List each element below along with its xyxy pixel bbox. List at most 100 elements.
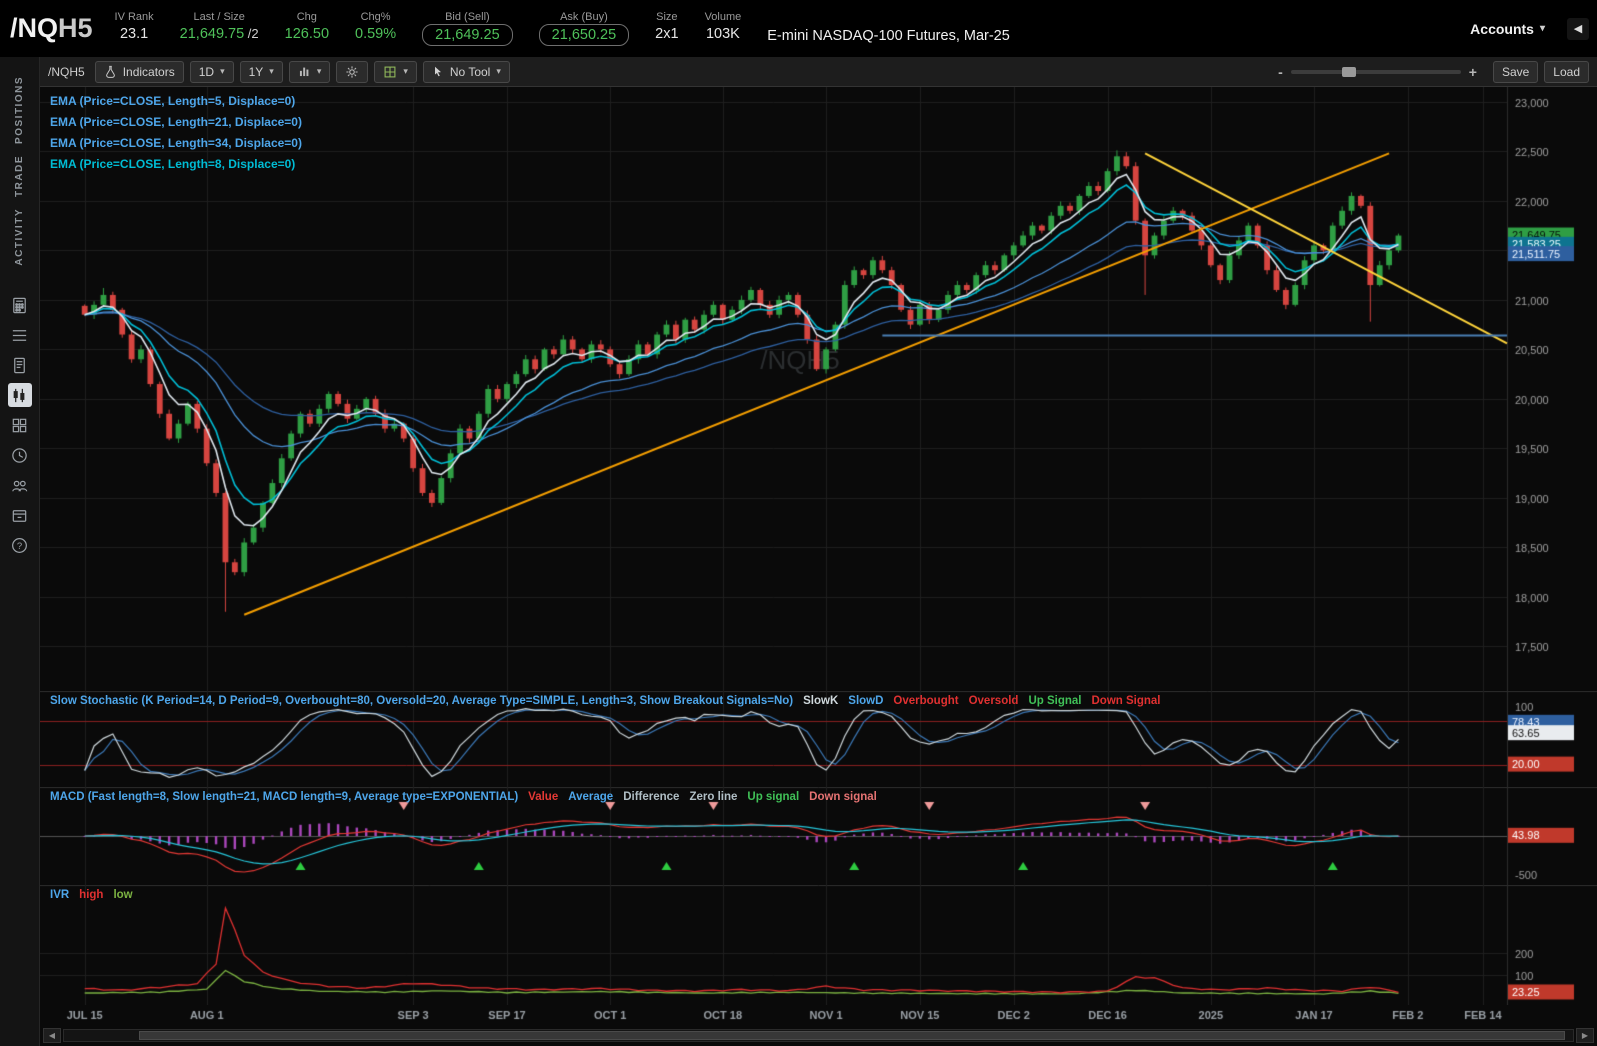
community-icon[interactable] bbox=[8, 473, 32, 497]
collapse-panel-button[interactable]: ◀ bbox=[1567, 17, 1589, 40]
triangle-left-icon: ◀ bbox=[48, 1031, 56, 1040]
ema-legend-8[interactable]: EMA (Price=CLOSE, Length=8, Displace=0) bbox=[50, 154, 302, 175]
range-dropdown[interactable]: 1Y ▾ bbox=[239, 60, 283, 83]
stoch-legend-item[interactable]: SlowK bbox=[803, 695, 838, 707]
help-icon[interactable]: ? bbox=[8, 533, 32, 557]
grid-layout-dropdown[interactable]: ▾ bbox=[374, 60, 417, 83]
ivr-legend-item[interactable]: high bbox=[79, 889, 103, 901]
macd-legend-item[interactable]: Value bbox=[528, 791, 558, 803]
ivr-canvas[interactable] bbox=[40, 885, 1597, 1005]
cursor-icon bbox=[434, 66, 441, 77]
sidebar-icons: ? bbox=[7, 290, 32, 560]
quote-field-last-size: Last / Size 21,649.75 /2 bbox=[180, 11, 259, 42]
symbol-root: /NQ bbox=[10, 13, 59, 43]
price-chart-canvas[interactable] bbox=[40, 87, 1597, 691]
price-panel: EMA (Price=CLOSE, Length=5, Displace=0) E… bbox=[40, 87, 1597, 691]
macd-legend-title[interactable]: MACD (Fast length=8, Slow length=21, MAC… bbox=[50, 791, 518, 803]
quote-field-chg: Chg 126.50 bbox=[285, 11, 329, 42]
indicators-label: Indicators bbox=[122, 64, 175, 79]
zoom-slider[interactable] bbox=[1290, 66, 1461, 77]
quote-field-label: Bid (Sell) bbox=[445, 11, 490, 23]
ivr-legend: IVR high low bbox=[50, 889, 143, 901]
ema-legend-34[interactable]: EMA (Price=CLOSE, Length=34, Displace=0) bbox=[50, 133, 302, 154]
save-button[interactable]: Save bbox=[1492, 60, 1539, 83]
chevron-down-icon: ▾ bbox=[496, 66, 501, 76]
chart-type-dropdown[interactable]: ▾ bbox=[288, 60, 331, 83]
quote-header: /NQH5 IV Rank 23.1 Last / Size 21,649.75 /2… bbox=[0, 0, 1597, 57]
stoch-legend-item[interactable]: Overbought bbox=[893, 695, 958, 707]
sidebar-tab-activity[interactable]: ACTIVITY bbox=[14, 208, 25, 266]
load-button[interactable]: Load bbox=[1544, 60, 1589, 83]
scrollbar-track[interactable] bbox=[63, 1029, 1574, 1042]
save-label: Save bbox=[1501, 64, 1530, 79]
quote-field-value: 103K bbox=[705, 26, 740, 42]
chart-toolbar: /NQH5 Indicators 1D ▾ 1Y ▾ ▾ ▾ No Tool ▾… bbox=[40, 57, 1597, 87]
stoch-legend-item[interactable]: Down Signal bbox=[1091, 695, 1160, 707]
ivr-legend-item[interactable]: low bbox=[113, 889, 132, 901]
chart-symbol-label: /NQH5 bbox=[48, 64, 85, 79]
scroll-left-button[interactable]: ◀ bbox=[43, 1028, 61, 1043]
quote-field-bid[interactable]: Bid (Sell) 21,649.25 bbox=[422, 11, 513, 46]
gear-icon bbox=[346, 65, 358, 78]
calculator-icon[interactable] bbox=[8, 293, 32, 317]
chevron-down-icon: ▾ bbox=[316, 66, 322, 76]
scroll-right-button[interactable]: ▶ bbox=[1576, 1028, 1594, 1043]
quote-fields: IV Rank 23.1 Last / Size 21,649.75 /2 Chg 126… bbox=[115, 11, 741, 46]
watchlist-icon[interactable] bbox=[8, 323, 32, 347]
stoch-legend-title[interactable]: Slow Stochastic (K Period=14, D Period=9… bbox=[50, 695, 793, 707]
quote-field-value[interactable]: 21,650.25 bbox=[538, 24, 630, 46]
indicators-button[interactable]: Indicators bbox=[94, 60, 184, 83]
chevron-down-icon: ▾ bbox=[403, 66, 408, 76]
zoom-out-button[interactable]: - bbox=[1278, 64, 1283, 80]
quote-field-label: Chg% bbox=[360, 11, 391, 23]
quote-field-label: Ask (Buy) bbox=[560, 11, 608, 23]
time-axis bbox=[40, 1005, 1597, 1025]
symbol-contract: H5 bbox=[58, 13, 93, 43]
zoom-control: - + bbox=[1278, 64, 1477, 80]
stoch-legend-item[interactable]: Oversold bbox=[969, 695, 1019, 707]
left-sidebar: POSITIONS TRADE ACTIVITY ? bbox=[0, 57, 40, 1046]
ema-legend-5[interactable]: EMA (Price=CLOSE, Length=5, Displace=0) bbox=[50, 91, 302, 112]
zoom-slider-thumb[interactable] bbox=[1341, 66, 1356, 77]
ivr-legend-title[interactable]: IVR bbox=[50, 889, 69, 901]
macd-legend-item[interactable]: Down signal bbox=[809, 791, 877, 803]
quote-field-value: 0.59% bbox=[355, 26, 397, 42]
stochastic-legend: Slow Stochastic (K Period=14, D Period=9… bbox=[50, 695, 1170, 707]
instrument-name: E-mini NASDAQ-100 Futures, Mar-25 bbox=[767, 27, 1010, 44]
accounts-menu[interactable]: Accounts ▾ bbox=[1470, 21, 1545, 37]
scrollbar-thumb[interactable] bbox=[139, 1031, 1566, 1040]
macd-legend-item[interactable]: Average bbox=[568, 791, 613, 803]
sidebar-tab-trade[interactable]: TRADE bbox=[14, 155, 25, 197]
ivr-panel: IVR high low bbox=[40, 885, 1597, 1005]
quote-field-label: Last / Size bbox=[193, 11, 245, 23]
orders-icon[interactable] bbox=[8, 353, 32, 377]
chart-settings-button[interactable] bbox=[336, 60, 369, 83]
app-window: /NQH5 IV Rank 23.1 Last / Size 21,649.75 /2… bbox=[0, 0, 1597, 1046]
grid-apps-icon[interactable] bbox=[8, 413, 32, 437]
sidebar-tab-positions[interactable]: POSITIONS bbox=[14, 76, 25, 144]
macd-legend: MACD (Fast length=8, Slow length=21, MAC… bbox=[50, 791, 887, 803]
macd-legend-item[interactable]: Up signal bbox=[747, 791, 799, 803]
chevron-down-icon: ▾ bbox=[269, 66, 274, 76]
drawing-tool-value: No Tool bbox=[449, 64, 491, 79]
chart-area: /NQH5 Indicators 1D ▾ 1Y ▾ ▾ ▾ No Tool ▾… bbox=[40, 57, 1597, 1046]
sidebar-tabs: POSITIONS TRADE ACTIVITY bbox=[14, 65, 25, 276]
stoch-legend-item[interactable]: Up Signal bbox=[1028, 695, 1081, 707]
bar-chart-icon bbox=[299, 67, 309, 77]
chart-icon[interactable] bbox=[7, 383, 32, 408]
archive-icon[interactable] bbox=[8, 503, 32, 527]
macd-legend-item[interactable]: Zero line bbox=[689, 791, 737, 803]
history-icon[interactable] bbox=[8, 443, 32, 467]
chart-scrollbar: ◀ ▶ bbox=[40, 1025, 1597, 1046]
drawing-tool-dropdown[interactable]: No Tool ▾ bbox=[422, 60, 510, 83]
quote-field-ask[interactable]: Ask (Buy) 21,650.25 bbox=[538, 11, 630, 46]
macd-legend-item[interactable]: Difference bbox=[623, 791, 679, 803]
macd-panel: MACD (Fast length=8, Slow length=21, MAC… bbox=[40, 787, 1597, 885]
zoom-in-button[interactable]: + bbox=[1469, 64, 1477, 80]
ema-legend-21[interactable]: EMA (Price=CLOSE, Length=21, Displace=0) bbox=[50, 112, 302, 133]
stoch-legend-item[interactable]: SlowD bbox=[848, 695, 883, 707]
quote-field-value[interactable]: 21,649.25 bbox=[422, 24, 513, 46]
stochastic-panel: Slow Stochastic (K Period=14, D Period=9… bbox=[40, 691, 1597, 787]
aggregation-dropdown[interactable]: 1D ▾ bbox=[189, 60, 234, 83]
svg-text:?: ? bbox=[17, 541, 22, 552]
